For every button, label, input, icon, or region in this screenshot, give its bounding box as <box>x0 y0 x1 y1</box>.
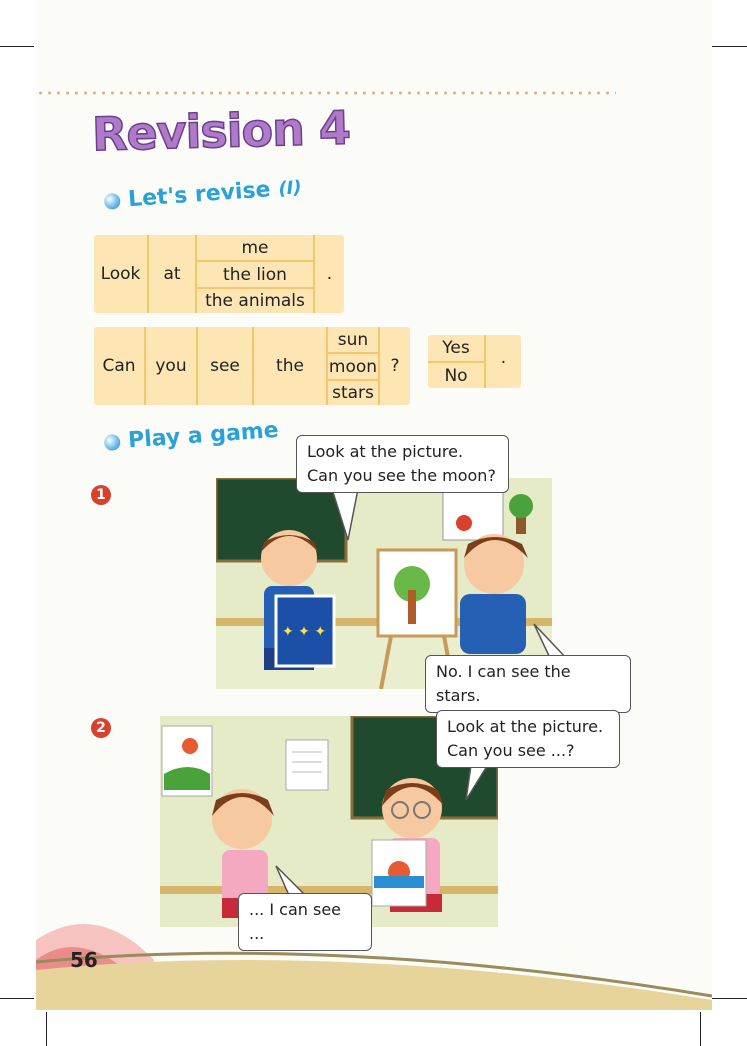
exercise-number-2: 2 <box>91 718 111 738</box>
table-cell: the <box>276 356 304 376</box>
exercise-number-1: 1 <box>91 485 111 505</box>
crop-mark <box>0 46 34 47</box>
table-option: the animals <box>205 291 305 311</box>
dotted-divider <box>36 91 616 95</box>
table-option: me <box>241 237 269 258</box>
crop-mark <box>712 46 747 47</box>
speech-bubble-tail <box>330 488 359 541</box>
speech-bubble-top-1: Look at the picture. Can you see the moo… <box>296 435 509 493</box>
table-option: moon <box>328 356 378 377</box>
table-cell: ? <box>390 356 400 376</box>
svg-text:✦ ✦ ✦: ✦ ✦ ✦ <box>282 624 326 640</box>
table-option: sun <box>337 329 369 350</box>
crop-mark <box>712 998 747 999</box>
bullet-ball-icon <box>103 433 121 451</box>
crop-mark <box>0 998 34 999</box>
speech-bubble-bottom-1: No. I can see the stars. <box>425 655 631 713</box>
section-roman: (I) <box>277 177 303 200</box>
sentence-table-look-at: Look at me the lion the animals . <box>94 235 344 313</box>
table-cell: Look <box>100 264 141 284</box>
table-cell: at <box>163 264 181 284</box>
table-cell: Can <box>102 356 136 376</box>
bubble-line: Look at the picture. <box>447 717 604 736</box>
table-option: stars <box>332 383 374 403</box>
table-cell: you <box>155 356 187 376</box>
table-option: the lion <box>223 264 287 285</box>
table-cell: . <box>326 264 333 284</box>
page-title: Revision 4 <box>91 100 352 162</box>
bubble-line: Look at the picture. <box>307 442 464 461</box>
bubble-line: Can you see the moon? <box>307 466 496 485</box>
crop-mark <box>700 1012 701 1046</box>
page-number: 56 <box>70 948 98 972</box>
speech-bubble-top-2: Look at the picture. Can you see ...? <box>436 710 620 768</box>
table-option: Yes <box>442 337 470 358</box>
crop-mark <box>46 1012 47 1046</box>
sentence-table-can-you-see: Can you see the sun moon stars ? <box>94 327 410 405</box>
bullet-ball-icon <box>103 192 121 210</box>
table-option: No <box>444 365 468 386</box>
bubble-line: No. I can see the stars. <box>436 662 571 705</box>
answer-table: Yes No . <box>428 335 521 388</box>
table-cell: . <box>500 347 507 368</box>
table-cell: see <box>210 356 240 376</box>
bubble-line: Can you see ...? <box>447 741 575 760</box>
page-footer-decoration <box>36 924 712 1010</box>
